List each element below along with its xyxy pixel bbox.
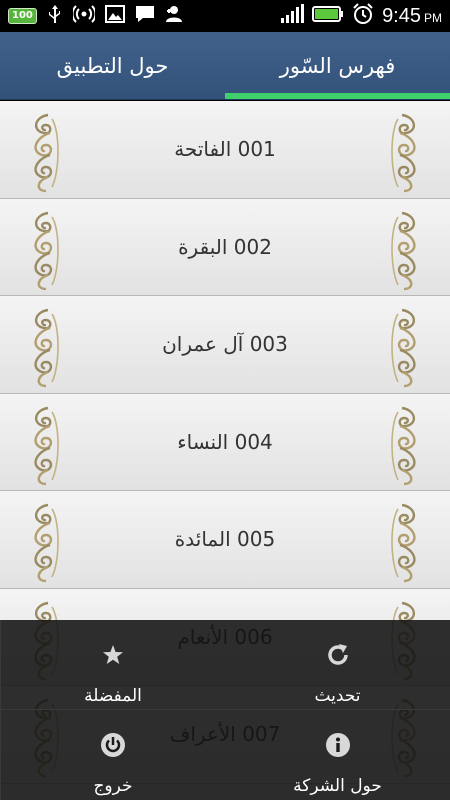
user-add-icon <box>165 5 183 27</box>
refresh-menu-item[interactable]: تحديث <box>225 620 450 710</box>
ornament-icon <box>34 406 59 485</box>
ornament-icon <box>34 211 59 290</box>
info-icon <box>325 732 351 758</box>
surah-label: 002 البقرة <box>178 234 272 259</box>
surah-label: 004 النساء <box>177 429 273 454</box>
favorites-menu-item[interactable]: المفضلة <box>0 620 225 710</box>
about-company-label: حول الشركة <box>293 776 382 796</box>
ornament-icon <box>391 113 416 193</box>
tab-about-app[interactable]: حول التطبيق <box>0 32 225 99</box>
refresh-label: تحديث <box>314 686 361 706</box>
surah-row[interactable]: 003 آل عمران <box>0 296 450 394</box>
clock-time: 9:45 <box>382 4 421 27</box>
message-icon <box>135 5 155 27</box>
alarm-icon <box>352 3 374 29</box>
surah-row[interactable]: 002 البقرة <box>0 198 450 296</box>
star-icon <box>100 642 126 668</box>
favorites-label: المفضلة <box>84 686 142 706</box>
surah-label: 001 الفاتحة <box>174 137 276 162</box>
image-icon <box>104 5 125 27</box>
usb-icon <box>47 4 63 28</box>
ornament-icon <box>391 211 416 290</box>
ornament-icon <box>34 308 59 388</box>
ornament-icon <box>391 503 416 583</box>
surah-label: 003 آل عمران <box>162 332 288 357</box>
tab-bar: فهرس السّور حول التطبيق <box>0 32 450 100</box>
clock: 9:45 PM <box>382 5 442 28</box>
refresh-icon <box>325 642 351 668</box>
battery-badge-icon: 100 <box>8 8 37 24</box>
tab-surah-index[interactable]: فهرس السّور <box>225 32 450 99</box>
wireless-icon <box>71 4 97 28</box>
surah-row[interactable]: 005 المائدة <box>0 491 450 589</box>
surah-row[interactable]: 004 النساء <box>0 393 450 491</box>
options-menu: المفضلة تحديث خروج حول الشركة <box>0 620 450 800</box>
ornament-icon <box>391 406 416 485</box>
clock-ampm: PM <box>424 10 442 25</box>
ornament-icon <box>34 503 59 583</box>
about-company-menu-item[interactable]: حول الشركة <box>225 710 450 800</box>
exit-label: خروج <box>93 776 133 796</box>
battery-icon <box>312 5 344 27</box>
ornament-icon <box>34 113 59 193</box>
signal-icon <box>280 4 305 28</box>
surah-row[interactable]: 001 الفاتحة <box>0 101 450 199</box>
exit-menu-item[interactable]: خروج <box>0 710 225 800</box>
power-icon <box>100 732 126 758</box>
ornament-icon <box>391 308 416 388</box>
status-bar: 100 9:45 PM <box>0 0 450 32</box>
surah-label: 005 المائدة <box>174 527 276 552</box>
